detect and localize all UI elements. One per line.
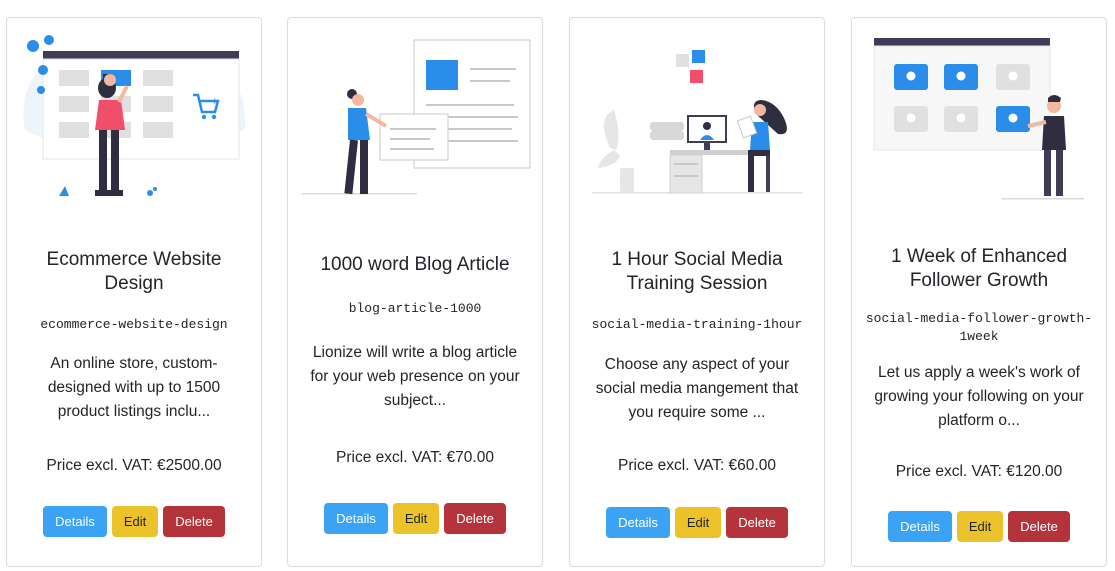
product-slug: ecommerce-website-design — [40, 317, 228, 332]
card-actions: Details Edit Delete — [852, 511, 1106, 542]
edit-button[interactable]: Edit — [392, 503, 440, 534]
product-description: Lionize will write a blog article for yo… — [310, 344, 520, 409]
product-title: 1 Week of Enhanced Follower Growth — [890, 246, 1068, 291]
details-button[interactable]: Details — [606, 507, 670, 538]
follower-growth-illustration — [873, 38, 1084, 200]
delete-button[interactable]: Delete — [1008, 511, 1070, 542]
product-title: 1 Hour Social Media Training Session — [611, 249, 783, 294]
product-description: An online store, custom-designed with up… — [47, 355, 221, 420]
details-button[interactable]: Details — [43, 506, 107, 537]
svg-text:+: + — [211, 97, 219, 107]
product-card: 1 Week of Enhanced Follower Growth socia… — [851, 17, 1107, 567]
details-button[interactable]: Details — [888, 511, 952, 542]
product-slug: social-media-training-1hour — [591, 317, 803, 332]
edit-button[interactable]: Edit — [111, 506, 159, 537]
ecommerce-illustration: + — [23, 35, 246, 196]
delete-button[interactable]: Delete — [726, 507, 788, 538]
product-card: 1000 word Blog Article blog-article-1000… — [287, 17, 543, 567]
product-title: 1000 word Blog Article — [320, 254, 510, 275]
edit-button[interactable]: Edit — [674, 507, 722, 538]
card-actions: Details Edit Delete — [7, 506, 261, 537]
product-title: Ecommerce Website Design — [46, 249, 222, 294]
product-slug: blog-article-1000 — [348, 301, 482, 316]
card-actions: Details Edit Delete — [288, 503, 542, 534]
delete-button[interactable]: Delete — [444, 503, 506, 534]
product-price: Price excl. VAT: €60.00 — [618, 457, 776, 474]
delete-button[interactable]: Delete — [163, 506, 225, 537]
video-training-illustration — [592, 50, 802, 194]
product-price: Price excl. VAT: €120.00 — [895, 463, 1063, 480]
product-card: 1 Hour Social Media Training Session soc… — [569, 17, 825, 567]
card-actions: Details Edit Delete — [570, 507, 824, 538]
product-card: + Ecommerce Website Design ecommerce-web… — [6, 17, 262, 567]
edit-button[interactable]: Edit — [956, 511, 1004, 542]
product-price: Price excl. VAT: €2500.00 — [46, 457, 222, 474]
product-slug: social-media-follower-growth-1week — [865, 311, 1093, 344]
product-price: Price excl. VAT: €70.00 — [336, 449, 494, 466]
product-description: Choose any aspect of your social media m… — [595, 356, 799, 421]
details-button[interactable]: Details — [324, 503, 388, 534]
blog-article-illustration — [302, 39, 531, 195]
product-description: Let us apply a week's work of growing yo… — [874, 364, 1084, 429]
